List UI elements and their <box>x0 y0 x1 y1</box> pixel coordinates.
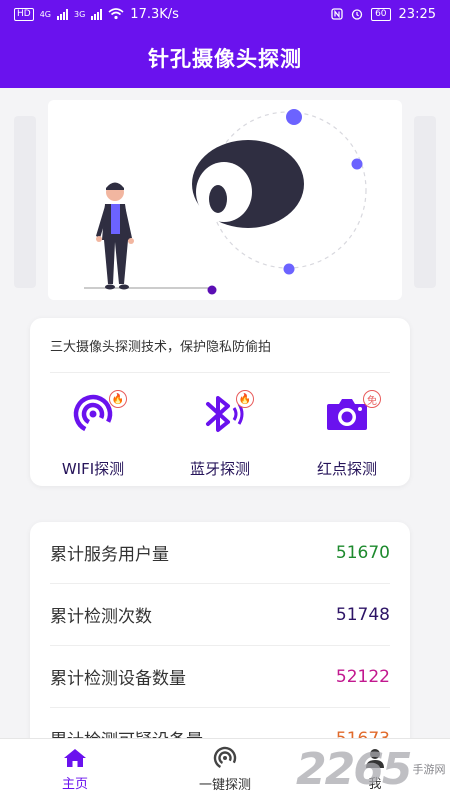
stat-value: 51748 <box>335 604 390 625</box>
nav-home[interactable]: 主页 <box>0 739 150 800</box>
watermark-text: 手游网 <box>412 763 446 776</box>
divider <box>50 372 390 373</box>
nav-detect-label: 一键探测 <box>198 778 251 793</box>
nav-one-click-detect[interactable]: 一键探测 <box>150 739 300 800</box>
stat-label: 累计服务用户量 <box>50 545 169 565</box>
hero-illustration <box>84 109 367 295</box>
signal-icon-2 <box>91 8 103 20</box>
signal-icon <box>57 8 68 20</box>
red-dot-detect-label: 红点探测 <box>316 460 377 478</box>
detect-icon <box>213 746 237 770</box>
hero-banner[interactable] <box>48 100 402 300</box>
slogan-text: 三大摄像头探测技术，保护隐私防偷拍 <box>50 340 272 355</box>
page-title: 针孔摄像头探测 <box>148 47 302 71</box>
free-tag: 免 <box>363 390 381 408</box>
bluetooth-detect-button[interactable]: 🔥 蓝牙探测 <box>165 388 275 478</box>
clock: 23:25 <box>398 6 436 22</box>
stat-value: 51670 <box>335 542 390 563</box>
carousel-next-page[interactable] <box>414 116 436 288</box>
net-a: 4G <box>39 9 51 19</box>
wifi-detect-icon-wrap: 🔥 <box>63 388 127 438</box>
wifi-status-icon <box>108 8 124 20</box>
wifi-detect-label: WIFI探测 <box>61 460 125 478</box>
red-dot-detect-button[interactable]: 免 红点探测 <box>292 388 402 478</box>
bluetooth-detect-icon-wrap: 🔥 <box>190 388 254 438</box>
status-left: HD 4G 3G 17.3K/s <box>14 7 331 22</box>
bluetooth-detect-label: 蓝牙探测 <box>189 460 250 478</box>
network-speed: 17.3K/s <box>130 6 179 22</box>
stat-row: 累计服务用户量 51670 <box>50 522 390 584</box>
status-right: 60 23:25 <box>331 7 436 22</box>
status-bar: HD 4G 3G 17.3K/s 60 23:25 <box>0 0 450 28</box>
carousel-prev-page[interactable] <box>14 116 36 288</box>
home-icon <box>64 749 86 767</box>
watermark-number: 2265 <box>296 743 412 795</box>
nfc-icon <box>331 8 343 20</box>
alarm-icon <box>351 9 363 20</box>
stat-row: 累计检测次数 51748 <box>50 584 390 646</box>
features-card: 三大摄像头探测技术，保护隐私防偷拍 🔥 WIFI探测 🔥 蓝牙探测 免 红点探测 <box>30 318 410 486</box>
watermark-logo: 2265 手游网 <box>296 742 450 796</box>
red-dot-detect-icon-wrap: 免 <box>317 388 381 438</box>
app-bar: 针孔摄像头探测 <box>0 28 450 88</box>
stat-row: 累计检测设备数量 52122 <box>50 646 390 708</box>
wifi-detect-button[interactable]: 🔥 WIFI探测 <box>38 388 148 478</box>
hd-badge: HD <box>14 7 34 21</box>
stat-label: 累计检测次数 <box>50 607 152 627</box>
hot-tag: 🔥 <box>236 390 254 408</box>
stat-label: 累计检测设备数量 <box>50 669 186 689</box>
net-b: 3G <box>74 9 86 19</box>
nav-home-label: 主页 <box>61 777 88 792</box>
battery-icon: 60 <box>371 7 391 21</box>
stat-value: 52122 <box>335 666 390 687</box>
hot-tag: 🔥 <box>109 390 127 408</box>
